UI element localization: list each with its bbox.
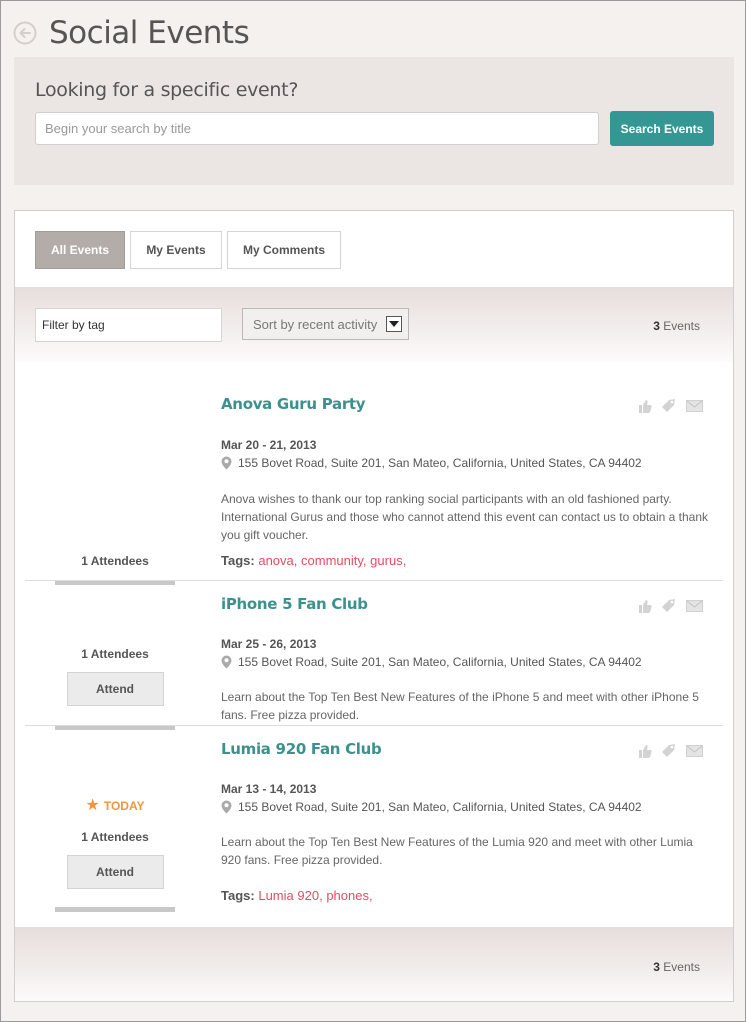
event-title[interactable]: iPhone 5 Fan Club <box>221 595 368 613</box>
attendees-count: 1 Attendees <box>81 647 149 661</box>
thumbs-up-icon[interactable] <box>638 599 652 613</box>
sort-select-value: Sort by recent activity <box>253 316 378 332</box>
tag-link[interactable]: Lumia 920 <box>258 888 319 903</box>
sort-select[interactable]: Sort by recent activity <box>242 308 409 340</box>
today-badge: ★ TODAY <box>25 798 205 814</box>
tab-my-comments[interactable]: My Comments <box>227 231 341 269</box>
search-events-button[interactable]: Search Events <box>610 111 714 146</box>
event-count-number: 3 <box>653 960 660 974</box>
attend-button[interactable]: Attend <box>66 855 164 889</box>
event-title[interactable]: Lumia 920 Fan Club <box>221 740 382 758</box>
event-address: 155 Bovet Road, Suite 201, San Mateo, Ca… <box>221 655 642 669</box>
event-date: Mar 25 - 26, 2013 <box>221 637 317 651</box>
event-date: Mar 13 - 14, 2013 <box>221 782 317 796</box>
attendees-count: 1 Attendees <box>81 554 149 568</box>
tag-icon[interactable] <box>661 398 677 413</box>
tags-label: Tags: <box>221 553 255 568</box>
tab-all-events[interactable]: All Events <box>35 231 125 269</box>
tag-icon[interactable] <box>661 743 677 758</box>
attendance-bar <box>55 907 175 912</box>
event-description: Learn about the Top Ten Best New Feature… <box>221 835 693 867</box>
event-count-number: 3 <box>653 319 660 333</box>
event-attendance: ★ TODAY 1 Attendees Attend <box>25 798 205 889</box>
event-tags: Tags: anova, community, gurus, <box>221 553 407 568</box>
filter-bar: Sort by recent activity 3 Events <box>15 287 733 362</box>
page-title: Social Events <box>49 15 250 51</box>
event-attendance: 1 Attendees <box>25 554 205 568</box>
event-actions <box>638 743 703 758</box>
star-icon: ★ <box>85 797 100 814</box>
events-panel: All Events My Events My Comments Sort by… <box>14 210 734 1002</box>
envelope-icon[interactable] <box>686 744 703 757</box>
event-actions <box>638 398 703 413</box>
thumbs-up-icon[interactable] <box>638 399 652 413</box>
event-count: 3 Events <box>653 319 700 333</box>
tags-label: Tags: <box>221 888 255 903</box>
tab-my-events[interactable]: My Events <box>130 231 222 269</box>
map-pin-icon <box>221 655 232 669</box>
event-address-text: 155 Bovet Road, Suite 201, San Mateo, Ca… <box>238 655 642 669</box>
event-tags: Tags: Lumia 920, phones, <box>221 888 373 903</box>
dropdown-arrow-icon[interactable] <box>386 316 402 332</box>
envelope-icon[interactable] <box>686 599 703 612</box>
event-count-label: Events <box>659 960 700 974</box>
event-description: Learn about the Top Ten Best New Feature… <box>221 690 699 722</box>
map-pin-icon <box>221 456 232 470</box>
search-input[interactable] <box>35 112 599 145</box>
attendees-count: 1 Attendees <box>81 830 149 844</box>
event-address-text: 155 Bovet Road, Suite 201, San Mateo, Ca… <box>238 800 642 814</box>
envelope-icon[interactable] <box>686 399 703 412</box>
event-date: Mar 20 - 21, 2013 <box>221 438 317 452</box>
tag-link[interactable]: community <box>301 553 363 568</box>
event-count-label: Events <box>659 319 700 333</box>
event-actions <box>638 598 703 613</box>
event-item: 1 Attendees Anova Guru Party Mar 20 - 21… <box>25 386 723 585</box>
tag-icon[interactable] <box>661 598 677 613</box>
attend-button[interactable]: Attend <box>66 672 164 706</box>
event-item: 1 Attendees Attend iPhone 5 Fan Club Mar… <box>25 581 723 730</box>
footer-bar: 3 Events <box>15 927 733 1001</box>
tag-link[interactable]: phones <box>326 888 369 903</box>
search-heading: Looking for a specific event? <box>35 79 299 101</box>
event-address: 155 Bovet Road, Suite 201, San Mateo, Ca… <box>221 456 642 470</box>
tag-link[interactable]: anova <box>258 553 293 568</box>
event-count: 3 Events <box>653 960 700 974</box>
search-panel: Looking for a specific event? Search Eve… <box>14 57 734 185</box>
today-label: TODAY <box>103 799 145 813</box>
page-header: Social Events <box>13 13 250 53</box>
map-pin-icon <box>221 800 232 814</box>
event-item: ★ TODAY 1 Attendees Attend Lumia 920 Fan… <box>25 726 723 916</box>
event-title[interactable]: Anova Guru Party <box>221 395 366 413</box>
back-arrow-icon[interactable] <box>13 21 37 45</box>
tag-filter-input[interactable] <box>35 308 222 342</box>
event-address: 155 Bovet Road, Suite 201, San Mateo, Ca… <box>221 800 642 814</box>
event-tabs: All Events My Events My Comments <box>35 231 346 269</box>
event-address-text: 155 Bovet Road, Suite 201, San Mateo, Ca… <box>238 456 642 470</box>
event-attendance: 1 Attendees Attend <box>25 647 205 706</box>
tag-link[interactable]: gurus <box>370 553 403 568</box>
thumbs-up-icon[interactable] <box>638 744 652 758</box>
event-description: Anova wishes to thank our top ranking so… <box>221 492 708 542</box>
